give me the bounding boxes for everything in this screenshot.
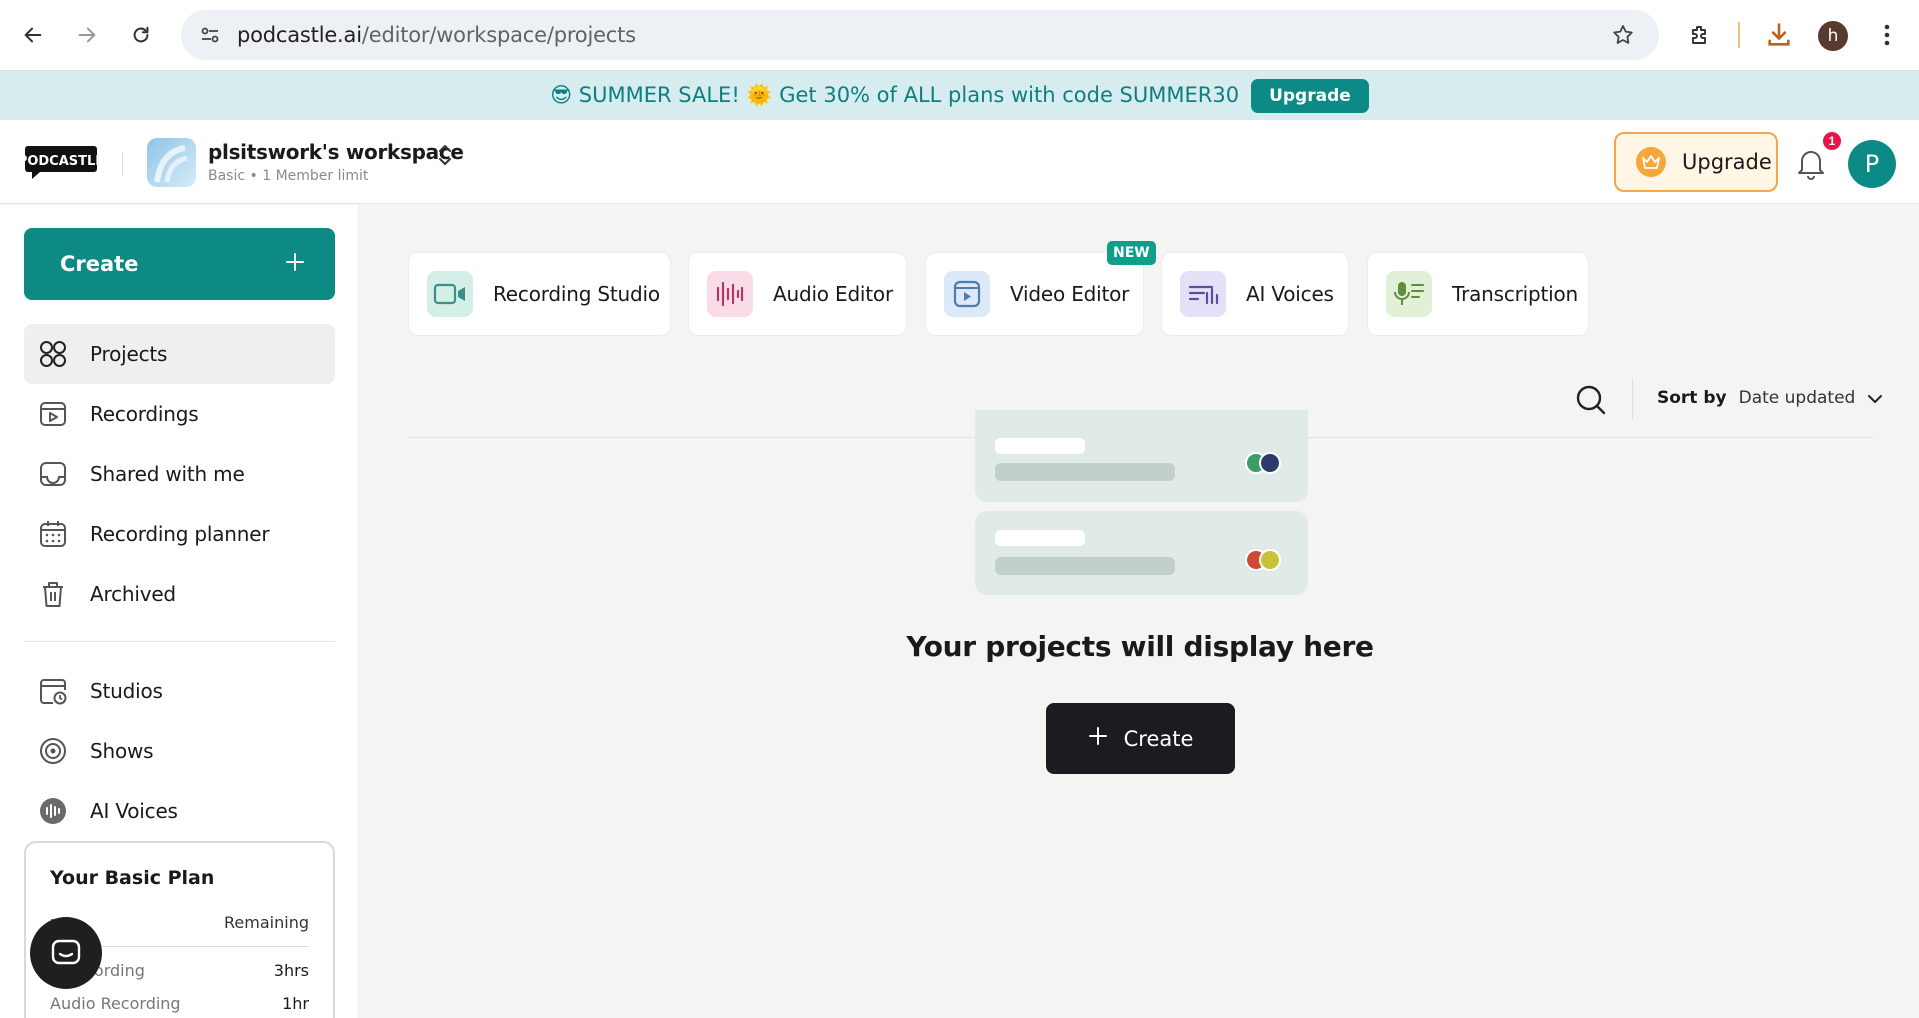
inbox-icon [38,459,68,489]
bookmark-star-icon[interactable] [1611,23,1635,52]
sidebar-item-studios[interactable]: Studios [24,661,335,721]
sidebar-item-recording-planner[interactable]: Recording planner [24,504,335,564]
sidebar-item-projects[interactable]: Projects [24,324,335,384]
sidebar-item-ai-voices[interactable]: AI Voices [24,781,335,841]
site-settings-icon[interactable] [199,24,221,46]
sort-key: Sort by [1657,388,1727,408]
chevron-down-icon [1867,389,1883,408]
sidebar-create-label: Create [60,252,139,276]
camera-icon [427,271,473,317]
workspace-switch-icon[interactable] [433,140,457,170]
avatar [1259,549,1281,571]
tool-ai-voices[interactable]: AI Voices [1161,252,1349,336]
empty-create-button[interactable]: Create [1046,703,1235,774]
crown-icon [1636,147,1666,177]
tool-transcription[interactable]: Transcription [1367,252,1589,336]
user-avatar[interactable]: P [1848,140,1896,188]
browser-menu-icon[interactable] [1870,18,1904,52]
empty-state-title: Your projects will display here [906,630,1374,663]
promo-upgrade-button[interactable]: Upgrade [1251,78,1369,113]
plan-col-remaining: Remaining [224,913,309,932]
grid-icon [38,339,68,369]
app-header: PODCASTLE plsitswork's workspace Basic •… [0,120,1919,204]
sidebar-item-label: Recording planner [90,522,270,546]
workspace-avatar[interactable] [147,138,196,187]
placeholder-line [995,463,1175,481]
search-icon[interactable] [1575,384,1607,416]
browser-profile-avatar[interactable]: h [1818,21,1848,51]
sidebar-item-label: AI Voices [90,799,178,823]
plus-icon [1088,726,1108,751]
download-icon[interactable] [1762,18,1796,52]
ai-voices-icon [38,796,68,826]
back-icon[interactable] [16,18,50,52]
plan-row: Audio Recording 1hr [50,994,309,1013]
sidebar-item-shows[interactable]: Shows [24,721,335,781]
mic-text-icon [1386,271,1432,317]
workspace-name[interactable]: plsitswork's workspace [208,140,464,164]
podcastle-logo[interactable]: PODCASTLE [18,142,104,182]
placeholder-card [975,511,1308,595]
sidebar-item-label: Projects [90,342,168,366]
sidebar-item-label: Studios [90,679,163,703]
video-icon [944,271,990,317]
tool-label: AI Voices [1246,282,1334,306]
extensions-icon[interactable] [1683,18,1717,52]
trash-icon [38,579,68,609]
plan-row-label: Audio Recording [50,994,181,1013]
sidebar: Create Projects Recordings Shared with m… [0,205,359,1018]
tool-label: Recording Studio [493,282,660,306]
chat-icon [51,939,81,965]
notification-bell-icon[interactable] [1796,146,1826,180]
sort-dropdown[interactable]: Sort by Date updated [1657,388,1883,408]
reload-icon[interactable] [124,18,158,52]
support-chat-button[interactable] [30,917,102,989]
waveform-icon [707,271,753,317]
url-text: podcastle.ai/editor/workspace/projects [237,23,636,47]
header-upgrade-label: Upgrade [1682,150,1772,174]
calendar-icon [38,519,68,549]
promo-banner: 😎 SUMMER SALE! 🌞 Get 30% of ALL plans wi… [0,71,1919,120]
plan-row-value: 3hrs [273,961,309,980]
workspace-plan: Basic • 1 Member limit [208,168,369,184]
sidebar-item-label: Archived [90,582,176,606]
plan-title: Your Basic Plan [50,867,215,889]
ai-voice-icon [1180,271,1226,317]
sidebar-item-label: Shared with me [90,462,245,486]
notification-badge: 1 [1821,130,1843,152]
tool-label: Video Editor [1010,282,1130,306]
forward-icon[interactable] [70,18,104,52]
avatar [1259,452,1281,474]
plan-row-value: 1hr [282,994,309,1013]
header-upgrade-button[interactable]: Upgrade [1614,132,1778,192]
podcast-icon [38,736,68,766]
placeholder-card [975,410,1308,502]
sidebar-item-archived[interactable]: Archived [24,564,335,624]
toolbar-divider [1632,378,1633,420]
studio-calendar-icon [38,676,68,706]
empty-create-label: Create [1123,726,1194,751]
browser-toolbar: podcastle.ai/editor/workspace/projects h [0,0,1919,71]
sidebar-item-shared[interactable]: Shared with me [24,444,335,504]
placeholder-line [995,557,1175,575]
tool-label: Audio Editor [773,282,893,306]
sidebar-create-button[interactable]: Create [24,228,335,300]
tool-label: Transcription [1452,282,1579,306]
svg-text:PODCASTLE: PODCASTLE [24,154,98,169]
plus-icon [285,252,305,277]
new-badge: NEW [1107,241,1156,265]
recordings-icon [38,399,68,429]
tool-recording-studio[interactable]: Recording Studio [408,252,671,336]
tool-audio-editor[interactable]: Audio Editor [688,252,907,336]
sidebar-item-label: Shows [90,739,154,763]
sort-value: Date updated [1738,388,1856,408]
sidebar-item-recordings[interactable]: Recordings [24,384,335,444]
placeholder-line [995,438,1085,454]
toolbar-separator [1738,22,1740,48]
address-bar[interactable]: podcastle.ai/editor/workspace/projects [181,10,1659,60]
placeholder-line [995,530,1085,546]
header-divider [122,152,123,176]
sidebar-item-label: Recordings [90,402,199,426]
promo-text: 😎 SUMMER SALE! 🌞 Get 30% of ALL plans wi… [550,83,1240,107]
